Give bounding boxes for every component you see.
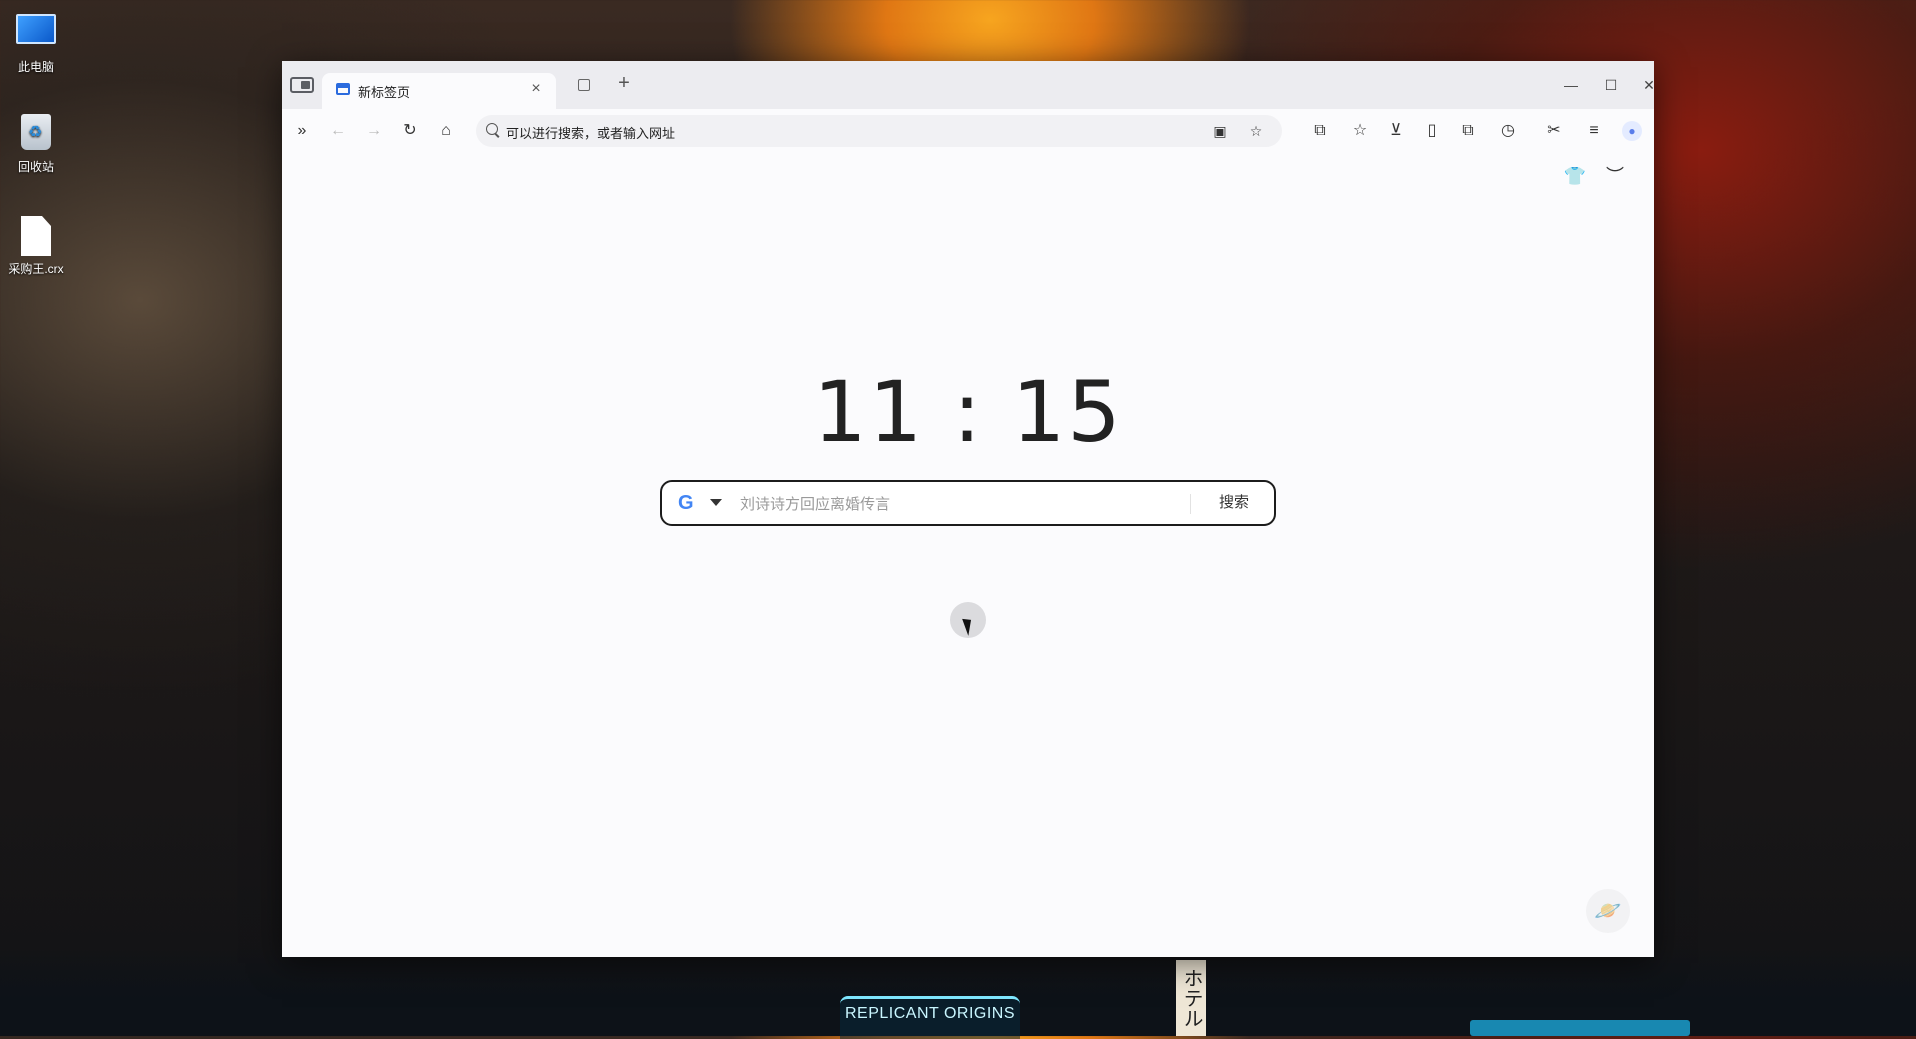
collections-icon[interactable]: ⧉ bbox=[1456, 119, 1480, 143]
newtab-favicon-icon bbox=[336, 83, 350, 95]
tab-overview-icon[interactable] bbox=[578, 79, 590, 91]
screenshot-icon[interactable]: ▣ bbox=[1208, 119, 1232, 143]
history-icon[interactable]: ◷ bbox=[1496, 119, 1520, 143]
address-bar-placeholder: 可以进行搜索，或者输入网址 bbox=[506, 126, 676, 141]
desktop-icon-crx-file[interactable]: 采购王.crx bbox=[6, 216, 66, 277]
tab-close-icon[interactable]: × bbox=[526, 79, 546, 99]
wallpaper-neon-strip bbox=[1470, 1020, 1690, 1036]
clock: 11 : 15 bbox=[813, 363, 1123, 461]
desktop-icon-label: 此电脑 bbox=[17, 60, 54, 74]
reload-icon[interactable]: ↻ bbox=[398, 119, 422, 143]
newtab-search-input[interactable] bbox=[738, 490, 1162, 518]
search-divider bbox=[1190, 494, 1191, 514]
expand-sidebar-icon[interactable]: » bbox=[290, 119, 314, 143]
desktop-icon-this-pc[interactable]: 此电脑 bbox=[6, 8, 66, 75]
scissors-icon[interactable]: ✂ bbox=[1542, 119, 1566, 143]
forward-icon[interactable]: → bbox=[362, 119, 386, 143]
tab-active[interactable]: 新标签页 × bbox=[322, 73, 556, 109]
desktop-icon-recycle-bin[interactable]: 回收站 bbox=[6, 112, 66, 175]
bookmark-add-icon[interactable]: ☆ bbox=[1244, 119, 1268, 143]
reading-list-icon[interactable]: ▯ bbox=[1420, 119, 1444, 143]
wallpaper-neon-sign: REPLICANT ORIGINS bbox=[840, 996, 1020, 1039]
new-tab-page: 👕 ︶ 11 : 15 G 搜索 🪐 bbox=[282, 153, 1654, 957]
close-window-button[interactable]: ✕ bbox=[1636, 73, 1662, 97]
menu-icon[interactable]: ≡ bbox=[1582, 119, 1606, 143]
profile-avatar-icon[interactable]: ● bbox=[1622, 121, 1642, 141]
newtab-search-box: G 搜索 bbox=[660, 480, 1276, 526]
skin-shirt-icon[interactable]: 👕 bbox=[1562, 163, 1588, 189]
maximize-button[interactable]: ☐ bbox=[1598, 73, 1624, 97]
address-bar[interactable]: 可以进行搜索，或者输入网址 ▣ ☆ bbox=[476, 115, 1282, 147]
recycle-bin-icon bbox=[16, 114, 56, 154]
file-icon bbox=[16, 216, 56, 256]
wallpaper-hotel-sign: ホテル bbox=[1176, 960, 1206, 1036]
hide-eye-icon[interactable]: ︶ bbox=[1602, 163, 1628, 189]
desktop-icon-label: 回收站 bbox=[17, 160, 54, 174]
minimize-button[interactable]: — bbox=[1558, 73, 1584, 97]
desktop-icon-label: 采购王.crx bbox=[8, 262, 64, 276]
engine-dropdown-icon[interactable] bbox=[710, 499, 722, 506]
browser-window: 新标签页 × + — ☐ ✕ » ← → ↻ ⌂ 可以进行搜索，或者输入网址 ▣… bbox=[282, 61, 1655, 957]
search-button[interactable]: 搜索 bbox=[1202, 490, 1266, 516]
back-icon[interactable]: ← bbox=[326, 119, 350, 143]
download-icon[interactable]: ⊻ bbox=[1384, 119, 1408, 143]
planet-icon[interactable]: 🪐 bbox=[1586, 889, 1630, 933]
tab-bar: 新标签页 × + — ☐ ✕ bbox=[282, 61, 1655, 109]
sidebar-toggle-icon[interactable] bbox=[290, 77, 314, 93]
search-icon bbox=[486, 123, 498, 135]
home-icon[interactable]: ⌂ bbox=[434, 119, 458, 143]
tab-title: 新标签页 bbox=[358, 85, 411, 100]
new-tab-button[interactable]: + bbox=[612, 71, 636, 95]
computer-icon bbox=[16, 14, 56, 54]
google-engine-icon[interactable]: G bbox=[678, 492, 694, 515]
bookmarks-icon[interactable]: ☆ bbox=[1348, 119, 1372, 143]
extensions-icon[interactable]: ⧉ bbox=[1308, 119, 1332, 143]
toolbar: » ← → ↻ ⌂ 可以进行搜索，或者输入网址 ▣ ☆ ⧉ ☆ ⊻ ▯ ⧉ ◷ … bbox=[282, 109, 1654, 153]
